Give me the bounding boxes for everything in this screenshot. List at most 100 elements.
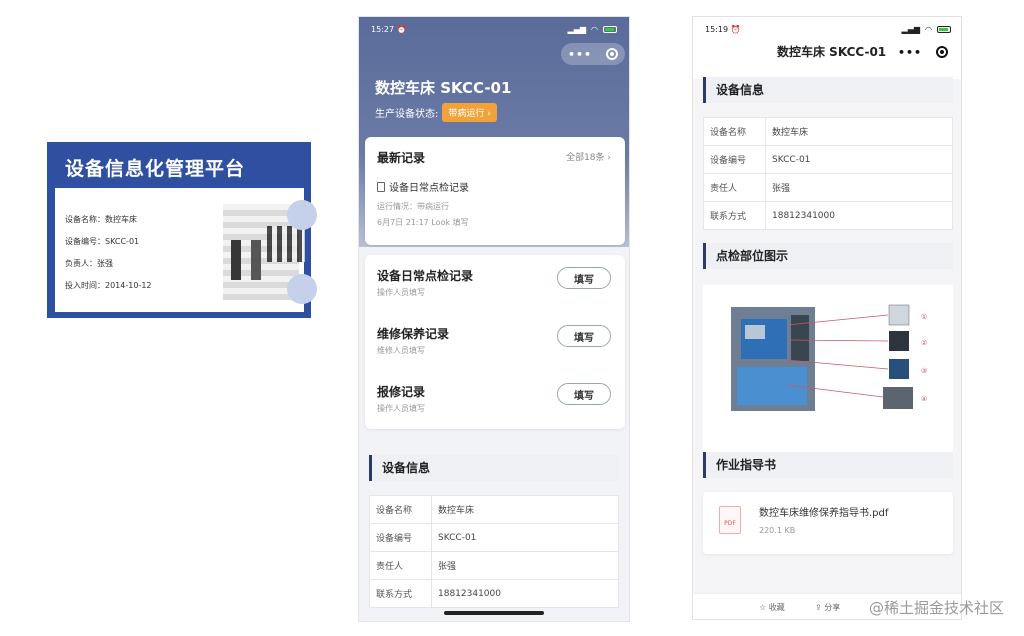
- info-value: 数控车床: [765, 117, 953, 146]
- latest-records-panel[interactable]: 最新记录 全部18条 › 设备日常点检记录 运行情况：带病运行 6月7日 21:…: [365, 137, 625, 245]
- info-key: 责任人: [703, 173, 766, 202]
- info-value: SKCC-01: [765, 145, 953, 174]
- work-guide-heading: 作业指导书: [703, 452, 953, 478]
- decorative-bubble: [287, 200, 317, 230]
- page-title: 数控车床 SKCC-01: [777, 45, 887, 59]
- form-subtitle: 操作人员填写: [377, 288, 425, 297]
- page-title: 数控车床 SKCC-01: [375, 79, 512, 97]
- form-subtitle: 维修人员填写: [377, 346, 425, 355]
- miniprogram-capsule: •••: [561, 43, 625, 65]
- phone-screen-records: 15:27 ⏰ ▂▄▆ ◠ ••• 数控车床 SKCC-01 生产设备状态: 带…: [358, 16, 630, 622]
- device-info-heading: 设备信息: [703, 77, 953, 103]
- close-miniprogram-icon[interactable]: [936, 46, 949, 58]
- inspection-diagram[interactable]: ① ② ③ ④: [703, 285, 953, 455]
- detail-thumb-1: [888, 304, 910, 326]
- table-row: 设备编号 SKCC-01: [703, 145, 953, 174]
- inspection-diagram-heading: 点检部位图示: [703, 243, 953, 269]
- phone-screen-device-detail: 15:19 ⏰ ▂▄▆ ◠ 数控车床 SKCC-01 ••• 设备信息 设备名称…: [692, 16, 962, 620]
- close-miniprogram-icon[interactable]: [606, 48, 619, 60]
- machine-control: [791, 315, 809, 361]
- form-row-daily-check: 设备日常点检记录 操作人员填写 填写: [377, 259, 613, 317]
- device-info-table: 设备名称 数控车床 设备编号 SKCC-01 责任人 张强 联系方式 188123410…: [369, 495, 619, 608]
- all-records-link[interactable]: 全部18条 ›: [566, 150, 611, 163]
- callout-mark-3: ③: [921, 367, 927, 375]
- share-button[interactable]: ⇪ 分享: [815, 602, 840, 613]
- card-title: 设备信息化管理平台: [65, 158, 246, 180]
- pdf-file-item[interactable]: PDF 数控车床维修保养指导书.pdf 220.1 KB: [703, 492, 953, 554]
- nav-bar: 15:19 ⏰ ▂▄▆ ◠ 数控车床 SKCC-01 •••: [693, 17, 961, 79]
- signal-icon: ▂▄▆: [901, 25, 921, 34]
- device-info-heading: 设备信息: [369, 455, 619, 481]
- machine-window: [745, 325, 765, 339]
- info-value: SKCC-01: [431, 523, 619, 552]
- form-row-maintenance: 维修保养记录 维修人员填写 填写: [377, 317, 613, 375]
- table-row: 设备编号 SKCC-01: [369, 523, 619, 552]
- watermark: @稀土掘金技术社区: [868, 599, 1004, 617]
- table-row: 联系方式 18812341000: [369, 579, 619, 608]
- status-bar: 15:27 ⏰ ▂▄▆ ◠: [371, 25, 617, 34]
- record-name-text: 设备日常点检记录: [389, 183, 469, 194]
- callout-mark-4: ④: [921, 395, 927, 403]
- status-bar: 15:19 ⏰ ▂▄▆ ◠: [705, 25, 951, 34]
- card-row-name: 设备名称：数控车床: [65, 214, 137, 225]
- status-time: 15:27 ⏰: [371, 25, 407, 34]
- card-row-value: 2014-10-12: [105, 281, 152, 290]
- signal-icon: ▂▄▆: [567, 25, 587, 34]
- detail-thumb-3: [889, 359, 909, 379]
- info-key: 设备名称: [703, 117, 766, 146]
- battery-icon: [603, 26, 617, 33]
- latest-records-heading: 最新记录: [377, 151, 426, 165]
- chevron-right-icon: ›: [487, 109, 491, 119]
- card-row-owner: 负责人：张强: [65, 258, 113, 269]
- wifi-icon: ◠: [591, 25, 598, 34]
- card-row-date: 投入时间：2014-10-12: [65, 280, 152, 291]
- fill-daily-check-button[interactable]: 填写: [557, 267, 611, 289]
- miniprogram-capsule: •••: [891, 41, 955, 63]
- info-value: 张强: [765, 173, 953, 202]
- card-row-label: 投入时间：: [65, 281, 105, 290]
- decorative-bubble: [287, 274, 317, 304]
- card-row-code: 设备编号：SKCC-01: [65, 236, 139, 247]
- battery-icon: [937, 26, 951, 33]
- pdf-file-name: 数控车床维修保养指导书.pdf: [759, 508, 889, 519]
- card-info-panel: 设备名称：数控车床 设备编号：SKCC-01 负责人：张强 投入时间：2014-…: [55, 188, 305, 312]
- info-value[interactable]: 18812341000: [431, 579, 619, 608]
- form-title: 设备日常点检记录: [377, 269, 474, 283]
- table-row: 设备名称 数控车床: [703, 117, 953, 146]
- card-row-label: 负责人：: [65, 259, 97, 268]
- info-value: 数控车床: [431, 495, 619, 524]
- more-icon[interactable]: •••: [898, 46, 922, 59]
- latest-record-name: 设备日常点检记录: [377, 179, 469, 194]
- more-icon[interactable]: •••: [568, 48, 592, 61]
- form-row-repair: 报修记录 操作人员填写 填写: [377, 375, 613, 433]
- info-value: 张强: [431, 551, 619, 580]
- info-key: 设备编号: [703, 145, 766, 174]
- info-value[interactable]: 18812341000: [765, 201, 953, 230]
- table-row: 责任人 张强: [703, 173, 953, 202]
- home-indicator: [444, 611, 544, 615]
- card-row-value: SKCC-01: [105, 237, 140, 246]
- callout-mark-2: ②: [921, 339, 927, 347]
- status-label: 生产设备状态:: [375, 109, 439, 120]
- fill-repair-button[interactable]: 填写: [557, 383, 611, 405]
- forms-panel: 设备日常点检记录 操作人员填写 填写 维修保养记录 维修人员填写 填写 报修记录…: [365, 255, 625, 429]
- table-row: 责任人 张强: [369, 551, 619, 580]
- device-info-table: 设备名称 数控车床 设备编号 SKCC-01 责任人 张强 联系方式 188123410…: [703, 117, 953, 230]
- pdf-file-size: 220.1 KB: [759, 526, 796, 535]
- device-status-line: 生产设备状态: 带病运行 ›: [375, 103, 497, 122]
- info-key: 联系方式: [369, 579, 432, 608]
- pdf-file-icon: PDF: [719, 506, 741, 534]
- document-icon: [377, 181, 385, 192]
- fill-maintenance-button[interactable]: 填写: [557, 325, 611, 347]
- record-run-status: 运行情况：带病运行: [377, 202, 449, 211]
- status-badge[interactable]: 带病运行 ›: [442, 103, 497, 122]
- info-key: 设备名称: [369, 495, 432, 524]
- collect-button[interactable]: ☆ 收藏: [759, 602, 785, 613]
- table-row: 联系方式 18812341000: [703, 201, 953, 230]
- card-row-value: 张强: [97, 259, 113, 268]
- callout-mark-1: ①: [921, 313, 927, 321]
- machine-diagram-image: ① ② ③ ④: [731, 304, 927, 411]
- form-title: 维修保养记录: [377, 327, 450, 341]
- info-key: 联系方式: [703, 201, 766, 230]
- form-subtitle: 操作人员填写: [377, 404, 425, 413]
